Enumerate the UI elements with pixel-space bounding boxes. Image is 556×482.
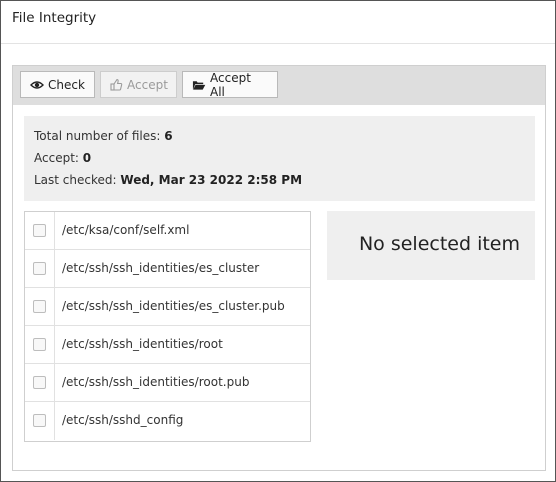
total-files-label: Total number of files: (34, 129, 161, 143)
last-checked-value: Wed, Mar 23 2022 2:58 PM (120, 173, 303, 187)
file-checkbox[interactable] (33, 262, 46, 275)
total-files-value: 6 (164, 129, 173, 143)
file-checkbox-cell (25, 288, 55, 325)
folder-open-icon (192, 78, 206, 92)
file-checkbox[interactable] (33, 224, 46, 237)
toolbar: Check Accept Accept All (13, 66, 545, 105)
file-checkbox[interactable] (33, 376, 46, 389)
file-integrity-content: Check Accept Accept All Total number of … (12, 65, 546, 471)
file-path: /etc/ssh/ssh_identities/es_cluster (62, 261, 260, 275)
last-checked-row: Last checked: Wed, Mar 23 2022 2:58 PM (34, 173, 302, 187)
check-button[interactable]: Check (20, 71, 95, 98)
file-path: /etc/ssh/ssh_identities/es_cluster.pub (62, 299, 285, 313)
panel-title: File Integrity (12, 10, 97, 26)
accept-all-button[interactable]: Accept All (182, 70, 278, 99)
file-checkbox-cell (25, 326, 55, 363)
file-list: /etc/ksa/conf/self.xml /etc/ssh/ssh_iden… (24, 211, 311, 442)
accept-button-label: Accept (127, 77, 168, 92)
check-button-label: Check (48, 77, 85, 92)
thumbs-up-icon (110, 78, 123, 92)
eye-icon (30, 78, 44, 92)
accept-count-row: Accept: 0 (34, 151, 91, 165)
file-checkbox[interactable] (33, 300, 46, 313)
file-path: /etc/ssh/ssh_identities/root (62, 337, 223, 351)
file-checkbox-cell (25, 250, 55, 287)
file-checkbox-cell (25, 364, 55, 401)
total-files-row: Total number of files: 6 (34, 129, 173, 143)
file-checkbox[interactable] (33, 338, 46, 351)
file-row[interactable]: /etc/ssh/ssh_identities/es_cluster.pub (25, 288, 310, 326)
file-row[interactable]: /etc/ssh/ssh_identities/es_cluster (25, 250, 310, 288)
detail-pane: No selected item (327, 211, 535, 280)
file-checkbox-cell (25, 212, 55, 249)
file-row[interactable]: /etc/ssh/sshd_config (25, 402, 310, 440)
no-selection-message: No selected item (358, 233, 520, 255)
last-checked-label: Last checked: (34, 173, 117, 187)
accept-count-value: 0 (82, 151, 92, 165)
file-checkbox-cell (25, 402, 55, 440)
file-path: /etc/ssh/sshd_config (62, 413, 184, 427)
file-row[interactable]: /etc/ssh/ssh_identities/root.pub (25, 364, 310, 402)
summary-box: Total number of files: 6 Accept: 0 Last … (24, 116, 535, 201)
file-integrity-panel: File Integrity Check Accept Accept All T… (0, 0, 556, 482)
accept-count-label: Accept: (34, 151, 79, 165)
file-path: /etc/ksa/conf/self.xml (62, 223, 190, 237)
accept-button[interactable]: Accept (100, 71, 177, 98)
file-row[interactable]: /etc/ksa/conf/self.xml (25, 212, 310, 250)
file-checkbox[interactable] (33, 414, 46, 427)
file-path: /etc/ssh/ssh_identities/root.pub (62, 375, 250, 389)
file-row[interactable]: /etc/ssh/ssh_identities/root (25, 326, 310, 364)
accept-all-button-label: Accept All (210, 70, 251, 99)
panel-header: File Integrity (1, 1, 555, 44)
